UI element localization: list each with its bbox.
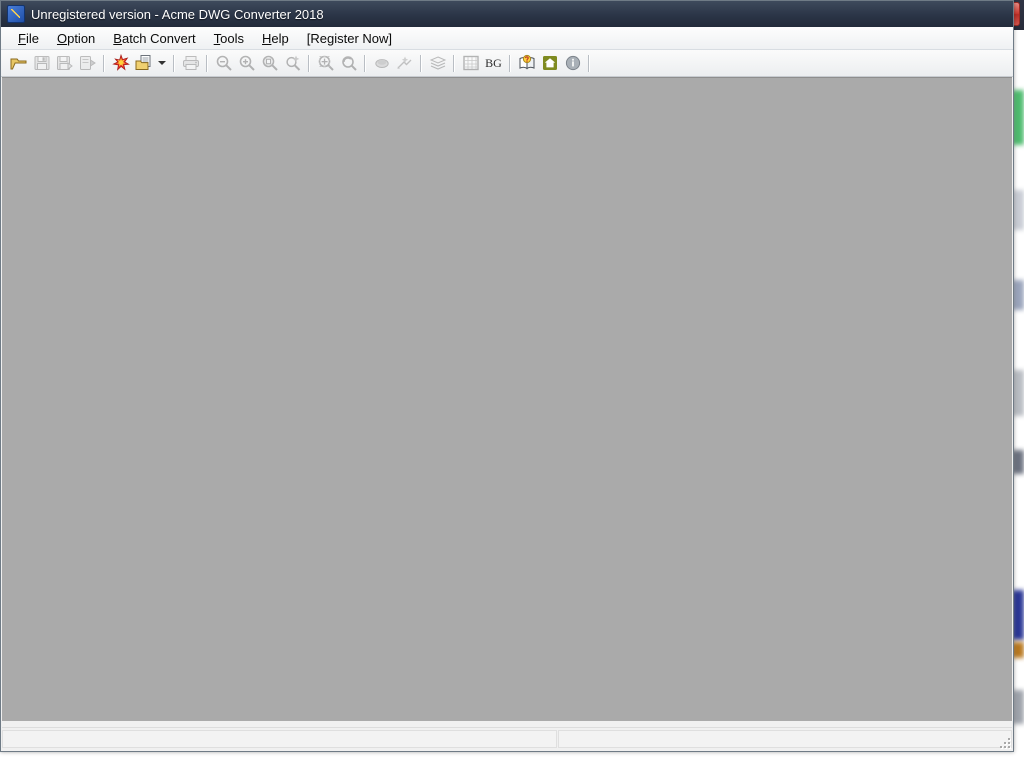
toolbar-separator [206,54,208,72]
toolbar-separator [308,54,310,72]
menu-bar: File Option Batch Convert Tools Help [Registe… [1,27,1013,50]
zoom-previous-icon [340,54,358,72]
zoom-out-icon [215,54,233,72]
export-button [76,52,99,74]
drawing-canvas[interactable] [2,77,1012,721]
menu-item-option[interactable]: Option [48,29,104,48]
background-color-button[interactable]: BG [482,52,505,74]
floppy-disk-icon [33,54,51,72]
zoom-window-button [258,52,281,74]
grip-dot [1000,746,1002,748]
zoom-all-button [314,52,337,74]
info-icon [564,54,582,72]
save-as-icon [56,54,74,72]
zoom-in-icon [238,54,256,72]
status-bar [2,727,1012,750]
zoom-all-icon [317,54,335,72]
bg-text-icon: BG [485,55,502,70]
menu-item-batch-convert[interactable]: Batch Convert [104,29,204,48]
about-button[interactable] [561,52,584,74]
toolbar-separator [173,54,175,72]
grip-dot [1008,738,1010,740]
toolbar-separator [420,54,422,72]
print-button [179,52,202,74]
title-bar[interactable]: Unregistered version - Acme DWG Converte… [1,1,1013,27]
batch-convert-star-icon [111,54,130,72]
menu-item-register-now[interactable]: [Register Now] [298,29,401,48]
layers-button [426,52,449,74]
batch-convert-button[interactable] [109,52,132,74]
help-book-button[interactable] [515,52,538,74]
printer-icon [182,54,200,72]
zoom-extents-icon [284,54,302,72]
export-arrow-icon [79,54,97,72]
toolbar-separator [103,54,105,72]
application-window: Unregistered version - Acme DWG Converte… [0,0,1014,752]
zoom-out-button [212,52,235,74]
grid-button [459,52,482,74]
grip-dot [1008,746,1010,748]
zoom-previous-button [337,52,360,74]
save-as-button [53,52,76,74]
app-icon [7,5,25,23]
resize-grip[interactable] [997,735,1010,748]
window-title: Unregistered version - Acme DWG Converte… [31,6,324,22]
zoom-extents-button [281,52,304,74]
layers-icon [429,54,447,72]
grip-dot [1004,742,1006,744]
grip-dot [1004,746,1006,748]
zoom-window-icon [261,54,279,72]
toolbar-separator [453,54,455,72]
menu-item-tools[interactable]: Tools [205,29,253,48]
status-pane-left [2,730,557,748]
pan-hand-icon [373,54,391,72]
measure-icon [396,54,414,72]
toolbar-separator [364,54,366,72]
convert-pages-button[interactable] [132,52,155,74]
convert-pages-icon [135,54,153,72]
toolbar-separator [588,54,590,72]
save-button [30,52,53,74]
toolbar-separator [509,54,511,72]
chevron-down-icon [158,61,166,65]
help-book-icon [518,54,536,72]
measure-button [393,52,416,74]
convert-dropdown-button[interactable] [155,52,169,74]
toolbar: BG [1,50,1013,77]
home-button[interactable] [538,52,561,74]
menu-item-help[interactable]: Help [253,29,298,48]
menu-item-file[interactable]: File [9,29,48,48]
zoom-in-button [235,52,258,74]
pan-button [370,52,393,74]
open-file-button[interactable] [7,52,30,74]
grip-dot [1008,742,1010,744]
status-pane-right [558,730,1012,748]
grid-icon [462,54,480,72]
open-folder-icon [10,54,28,72]
home-icon [541,54,559,72]
